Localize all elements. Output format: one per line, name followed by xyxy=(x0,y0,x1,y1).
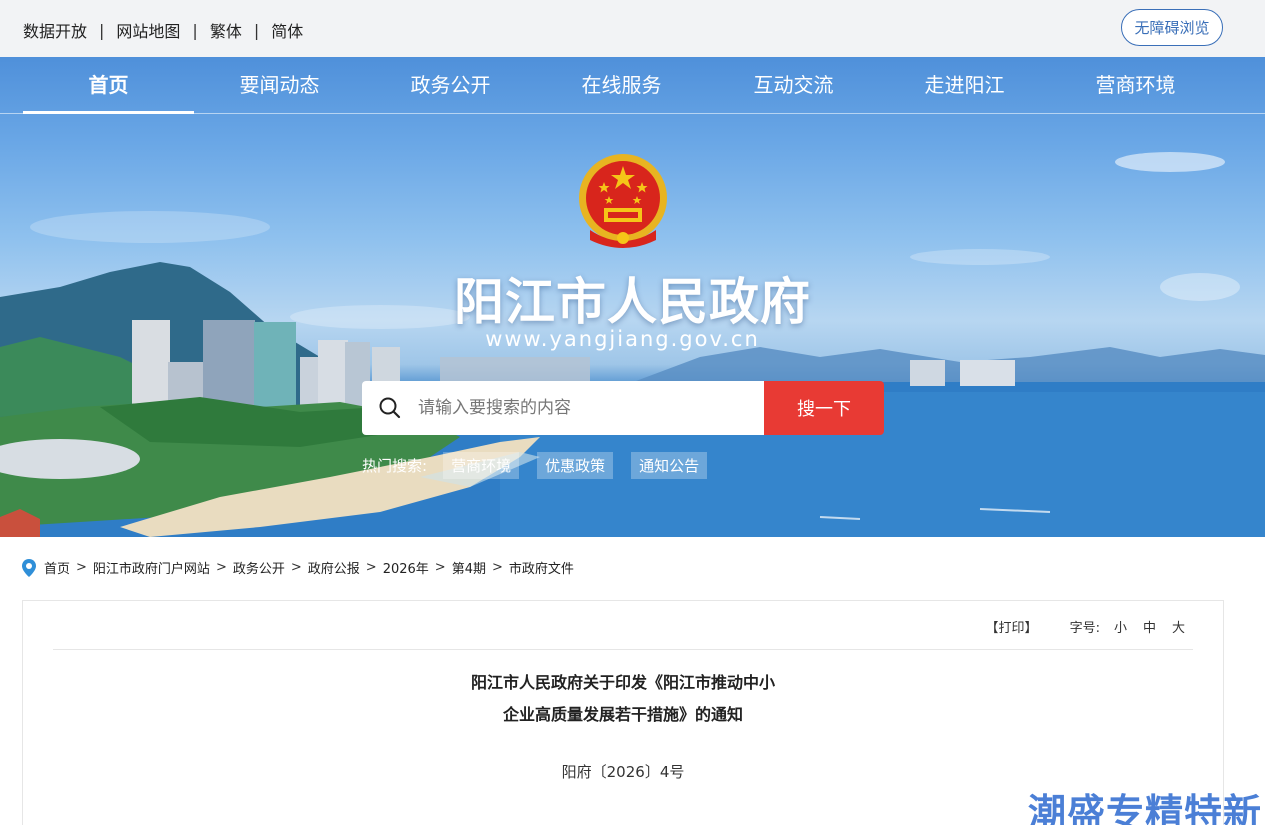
location-pin-icon xyxy=(22,558,36,577)
search-box xyxy=(362,381,764,435)
article-title: 阳江市人民政府关于印发《阳江市推动中小 企业高质量发展若干措施》的通知 xyxy=(23,667,1223,731)
breadcrumb-separator: > xyxy=(215,560,227,575)
hot-tag-notices[interactable]: 通知公告 xyxy=(631,451,708,479)
print-button[interactable]: 【打印】 xyxy=(986,617,1038,636)
font-size-label: 字号: xyxy=(1069,621,1100,636)
site-title: 阳江市人民政府 xyxy=(454,273,811,331)
main-nav: 首页 要闻动态 政务公开 在线服务 互动交流 走进阳江 营商环境 xyxy=(0,57,1265,114)
breadcrumb-separator: > xyxy=(290,560,302,575)
nav-interaction[interactable]: 互动交流 xyxy=(708,57,879,114)
nav-about-yangjiang[interactable]: 走进阳江 xyxy=(879,57,1050,114)
breadcrumb-separator: > xyxy=(434,560,446,575)
link-separator: | xyxy=(253,20,260,40)
font-size-large[interactable]: 大 xyxy=(1172,617,1185,636)
nav-home[interactable]: 首页 xyxy=(23,57,194,114)
nav-news[interactable]: 要闻动态 xyxy=(194,57,365,114)
link-separator: | xyxy=(99,20,105,40)
hero-banner: 首页 要闻动态 政务公开 在线服务 互动交流 走进阳江 营商环境 阳江市人民政府… xyxy=(0,57,1265,537)
hot-tag-business-environment[interactable]: 营商环境 xyxy=(443,451,520,479)
hot-search-label: 热门搜索: xyxy=(362,456,428,475)
hot-searches: 热门搜索: 营商环境 优惠政策 通知公告 xyxy=(362,451,725,479)
breadcrumb: 首页 > 阳江市政府门户网站 > 政务公开 > 政府公报 > 2026年 > 第… xyxy=(22,558,574,577)
breadcrumb-separator: > xyxy=(491,560,503,575)
article-title-line-2: 企业高质量发展若干措施》的通知 xyxy=(502,705,743,724)
nav-business-environment[interactable]: 营商环境 xyxy=(1050,57,1221,114)
traditional-chinese-link[interactable]: 繁体 xyxy=(210,18,242,42)
nav-online-service[interactable]: 在线服务 xyxy=(536,57,707,114)
font-size-medium[interactable]: 中 xyxy=(1143,617,1156,636)
site-domain: www.yangjiang.gov.cn xyxy=(485,327,760,351)
article-tools: 【打印】 字号: 小 中 大 xyxy=(986,617,1193,636)
article-title-line-1: 阳江市人民政府关于印发《阳江市推动中小 xyxy=(470,673,775,692)
document-number: 阳府〔2026〕4号 xyxy=(561,763,685,781)
breadcrumb-portal[interactable]: 阳江市政府门户网站 xyxy=(93,558,210,577)
breadcrumb-gov-affairs[interactable]: 政务公开 xyxy=(233,558,285,577)
breadcrumb-home[interactable]: 首页 xyxy=(44,558,70,577)
nav-gov-affairs[interactable]: 政务公开 xyxy=(365,57,536,114)
breadcrumb-gazette[interactable]: 政府公报 xyxy=(308,558,360,577)
breadcrumb-issue[interactable]: 第4期 xyxy=(452,558,486,577)
font-size-small[interactable]: 小 xyxy=(1114,617,1127,636)
top-links: 数据开放 | 网站地图 | 繁体 | 简体 xyxy=(23,18,303,42)
search-input[interactable] xyxy=(418,398,748,418)
top-utility-bar: 数据开放 | 网站地图 | 繁体 | 简体 无障碍浏览 xyxy=(0,0,1265,57)
search-button[interactable]: 搜一下 xyxy=(764,381,884,435)
sitemap-link[interactable]: 网站地图 xyxy=(116,18,180,42)
article-divider xyxy=(53,649,1193,650)
breadcrumb-city-documents[interactable]: 市政府文件 xyxy=(509,558,574,577)
search-icon xyxy=(362,381,418,435)
national-emblem-icon xyxy=(579,154,667,248)
link-separator: | xyxy=(192,20,198,40)
data-open-link[interactable]: 数据开放 xyxy=(23,18,87,42)
breadcrumb-separator: > xyxy=(365,560,377,575)
simplified-chinese-link[interactable]: 简体 xyxy=(271,18,303,42)
breadcrumb-separator: > xyxy=(76,560,87,575)
watermark: 潮盛专精特新 xyxy=(1028,791,1263,825)
accessibility-button[interactable]: 无障碍浏览 xyxy=(1121,9,1223,46)
hot-tag-preferential-policy[interactable]: 优惠政策 xyxy=(537,451,614,479)
breadcrumb-year[interactable]: 2026年 xyxy=(383,558,429,577)
